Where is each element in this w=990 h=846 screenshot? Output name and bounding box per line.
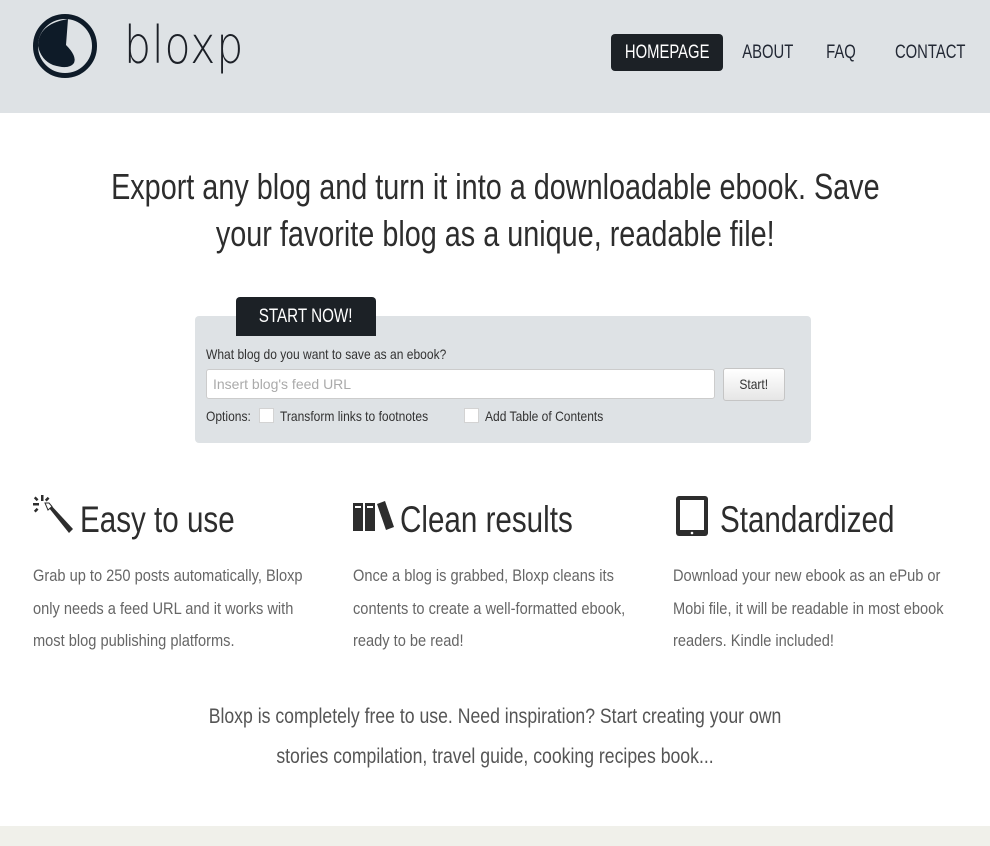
start-button-label: Start! (739, 376, 769, 392)
hero-line-1: Export any blog and turn it into a downl… (110, 166, 880, 207)
nav-contact[interactable]: CONTACT (885, 34, 966, 71)
hero-heading: Export any blog and turn it into a downl… (0, 163, 990, 257)
form-question: What blog do you want to save as an eboo… (206, 346, 485, 362)
books-icon (353, 501, 394, 531)
nav-contact-label: CONTACT (894, 42, 966, 63)
bloxp-logo-icon[interactable] (33, 14, 97, 78)
feature-title: Standardized (720, 499, 895, 540)
options-label: Options: (206, 408, 251, 424)
footnotes-checkbox[interactable] (259, 408, 274, 423)
nav-homepage-label: HOMEPAGE (624, 42, 710, 63)
start-now-tab: START NOW! (236, 297, 376, 336)
nav-faq-label: FAQ (826, 42, 856, 63)
hero-line-2: your favorite blog as a unique, readable… (215, 213, 775, 254)
nav-faq[interactable]: FAQ (821, 34, 861, 71)
start-now-label: START NOW! (259, 306, 353, 327)
tablet-icon (676, 496, 708, 536)
feature-description: Once a blog is grabbed, Bloxp cleans its… (353, 566, 626, 650)
footer (0, 826, 990, 846)
brand-name[interactable]: bloxp (124, 16, 244, 76)
site-header: bloxp HOMEPAGE ABOUT FAQ CONTACT (0, 0, 990, 113)
start-button[interactable]: Start! (723, 368, 785, 401)
feed-url-input[interactable] (206, 369, 715, 399)
feature-title: Clean results (400, 499, 573, 540)
tagline-line-1: Bloxp is completely free to use. Need in… (208, 705, 782, 728)
footnotes-option-label[interactable]: Transform links to footnotes (280, 407, 452, 425)
feature-description: Download your new ebook as an ePub or Mo… (673, 566, 944, 650)
tagline: Bloxp is completely free to use. Need in… (0, 697, 990, 777)
feature-title: Easy to use (80, 499, 235, 540)
toc-option-label[interactable]: Add Table of Contents (485, 407, 623, 425)
feature-description: Grab up to 250 posts automatically, Blox… (33, 566, 303, 650)
nav-homepage[interactable]: HOMEPAGE (611, 34, 723, 71)
tagline-line-2: stories compilation, travel guide, cooki… (276, 745, 714, 768)
nav-about-label: ABOUT (742, 42, 794, 63)
magic-wand-icon (33, 495, 73, 533)
toc-checkbox[interactable] (464, 408, 479, 423)
nav-about[interactable]: ABOUT (733, 34, 803, 71)
form-question-text: What blog do you want to save as an eboo… (206, 346, 447, 362)
